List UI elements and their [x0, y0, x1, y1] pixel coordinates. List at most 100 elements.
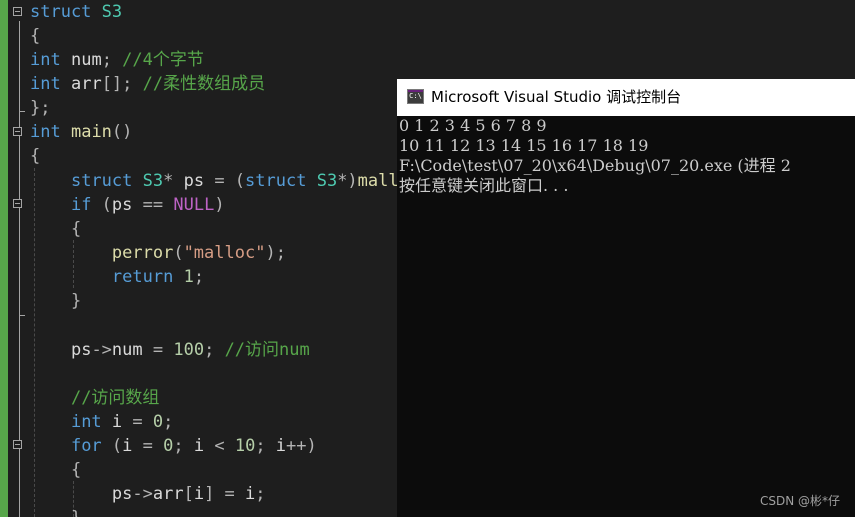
code-token: -> — [91, 340, 112, 360]
collapse-struct-icon[interactable] — [13, 7, 22, 16]
code-token: = — [132, 436, 164, 456]
collapse-if-icon[interactable] — [13, 199, 22, 208]
code-token: //4个字节 — [122, 50, 204, 70]
code-token: ; — [173, 436, 194, 456]
console-line: 0 1 2 3 4 5 6 7 8 9 — [399, 116, 547, 135]
code-token: struct — [30, 2, 92, 22]
code-token: ; — [255, 484, 266, 504]
code-token: = — [142, 340, 174, 360]
code-token: perror — [111, 243, 174, 263]
console-line: 按任意键关闭此窗口. . . — [399, 176, 569, 195]
code-token: = ( — [204, 171, 246, 191]
code-token: < — [204, 436, 235, 456]
code-token: ( — [173, 243, 184, 263]
code-token: arr — [70, 74, 102, 94]
code-token: ++) — [286, 436, 317, 456]
code-token: ) — [214, 195, 225, 215]
code-line[interactable]: struct S3* ps = (struct S3*)malloc — [30, 169, 419, 193]
code-token: for — [70, 436, 102, 456]
code-token: num — [111, 340, 143, 360]
code-token: ( — [101, 436, 123, 456]
code-line[interactable]: ps->num = 100; //访问num — [30, 338, 310, 362]
code-token: return — [111, 267, 174, 287]
code-token: } — [70, 291, 82, 311]
code-token: ); — [265, 243, 286, 263]
console-line: F:\Code\test\07_20\x64\Debug\07_20.exe (… — [399, 156, 791, 175]
code-token: if — [70, 195, 92, 215]
code-line[interactable]: }; — [30, 96, 50, 120]
code-line[interactable]: { — [30, 217, 81, 241]
code-token: //柔性数组成员 — [142, 74, 266, 94]
code-line[interactable]: { — [30, 144, 40, 168]
code-token: i — [245, 484, 256, 504]
code-line[interactable]: { — [30, 458, 81, 482]
code-token: arr — [152, 484, 184, 504]
console-line: 10 11 12 13 14 15 16 17 18 19 — [399, 136, 649, 155]
code-line[interactable]: ps->arr[i] = i; — [30, 482, 266, 506]
code-line[interactable]: perror("malloc"); — [30, 241, 286, 265]
code-token: int — [70, 412, 102, 432]
code-token: main — [70, 122, 112, 142]
code-line[interactable]: int main() — [30, 120, 132, 144]
watermark: CSDN @彬*仔 — [759, 494, 840, 508]
code-line[interactable]: int i = 0; — [30, 410, 173, 434]
code-token: ; — [255, 436, 276, 456]
code-token: == — [132, 195, 174, 215]
code-token: } — [71, 508, 81, 517]
code-token: S3 — [316, 171, 338, 191]
code-token: i — [275, 436, 287, 456]
code-line[interactable]: } — [30, 289, 81, 313]
code-line[interactable]: //访问数组 — [30, 386, 159, 410]
code-token: //访问num — [224, 340, 310, 360]
fold-end-marker — [19, 315, 25, 316]
code-token: //访问数组 — [70, 388, 160, 408]
code-token: S3 — [142, 171, 164, 191]
code-token: ps — [111, 484, 133, 504]
code-line[interactable]: if (ps == NULL) — [30, 193, 225, 217]
console-app-icon: C:\ — [407, 89, 424, 104]
console-output: 0 1 2 3 4 5 6 7 8 9 10 11 12 13 14 15 16… — [397, 116, 855, 517]
code-line[interactable]: int num; //4个字节 — [30, 48, 204, 72]
code-token: () — [111, 122, 133, 142]
code-line[interactable]: for (i = 0; i < 10; i++) — [30, 434, 317, 458]
code-line[interactable]: { — [30, 24, 40, 48]
collapse-for-icon[interactable] — [13, 440, 22, 449]
code-line[interactable]: int arr[]; //柔性数组成员 — [30, 72, 265, 96]
code-token: int — [30, 50, 61, 70]
collapse-main-icon[interactable] — [13, 127, 22, 136]
code-token: { — [30, 146, 41, 166]
code-line[interactable]: } — [30, 506, 81, 517]
code-line[interactable]: return 1; — [30, 265, 204, 289]
code-token: *) — [337, 171, 358, 191]
code-line[interactable]: struct S3 — [30, 0, 122, 24]
code-token: ( — [91, 195, 112, 215]
code-token: [ — [183, 484, 194, 504]
code-token: 0 — [152, 412, 164, 432]
code-token: num — [70, 50, 102, 70]
code-token: ; — [204, 340, 225, 360]
code-token: ; — [163, 412, 174, 432]
code-token: int — [30, 122, 61, 142]
code-token: * — [163, 171, 184, 191]
code-token: ps — [183, 171, 205, 191]
console-title-bar[interactable]: C:\ Microsoft Visual Studio 调试控制台 — [397, 79, 855, 116]
console-title: Microsoft Visual Studio 调试控制台 — [431, 88, 682, 106]
debug-console-window[interactable]: C:\ Microsoft Visual Studio 调试控制台 0 1 2 … — [397, 79, 855, 517]
change-tracking-bar — [0, 0, 8, 517]
code-token: = — [122, 412, 153, 432]
